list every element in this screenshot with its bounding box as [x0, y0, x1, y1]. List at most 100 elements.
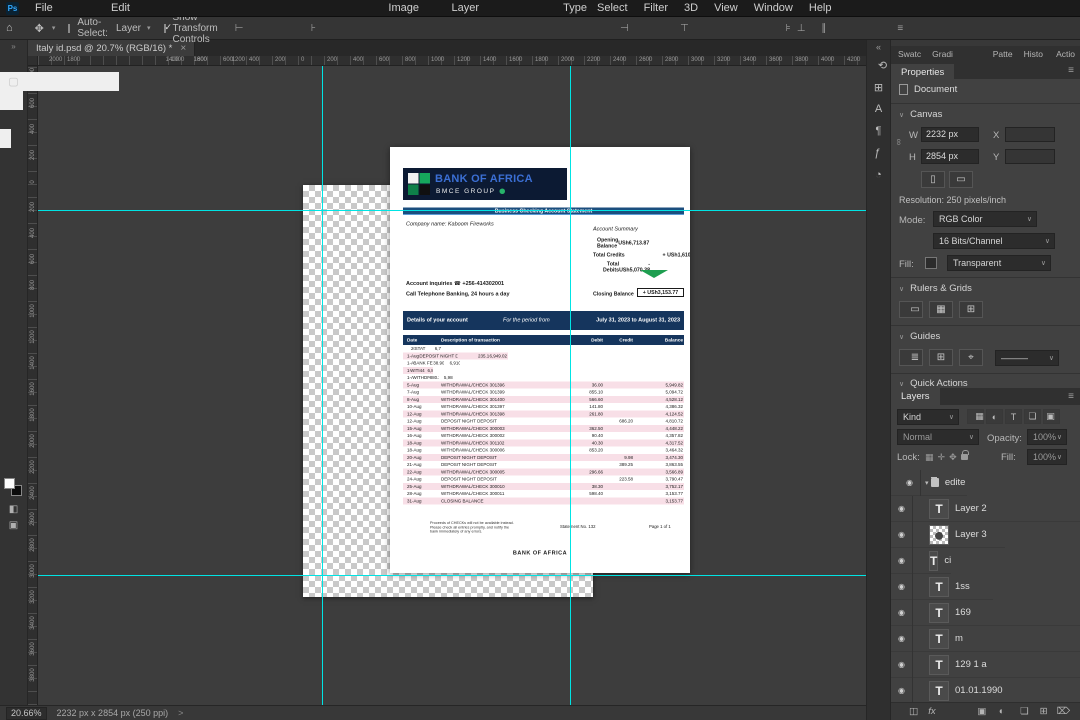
guide-style-select[interactable]: ———	[995, 350, 1059, 366]
filter-smart-objects-icon[interactable]: ▣	[1043, 409, 1060, 424]
quick-mask-icon[interactable]: ◧	[0, 501, 28, 517]
crop-tool[interactable]: ⌗	[0, 129, 11, 148]
tab-histogram[interactable]: Histo	[1019, 46, 1048, 62]
blend-mode-select[interactable]: Normal	[897, 429, 979, 445]
toggle-rulers-icon[interactable]: ▭	[899, 301, 923, 318]
layer-row[interactable]: ◉ ▾ T Layer 3	[891, 521, 1005, 548]
new-guide-icon[interactable]: ≣	[899, 349, 923, 366]
y-field[interactable]	[1005, 149, 1055, 164]
x-field[interactable]	[1005, 127, 1055, 142]
libraries-panel-icon[interactable]: ƒ	[867, 142, 891, 164]
auto-select-dropdown-icon[interactable]: ▾	[147, 24, 151, 32]
layer-row[interactable]: ◉ ▾ T 01.01.1990	[891, 677, 1080, 702]
layer-row[interactable]: ◉ ▾ T m	[891, 625, 1080, 652]
menu-edit[interactable]: Edit	[103, 0, 313, 16]
layer-visibility-eye-icon[interactable]: ◉	[891, 547, 913, 574]
fill-field[interactable]: 100%	[1027, 449, 1067, 465]
align-middle-icon[interactable]: ⊧	[692, 23, 794, 34]
timeline-panel-icon[interactable]: ◔	[867, 164, 891, 186]
orientation-portrait-button[interactable]: ▯	[921, 171, 945, 188]
canvas-area[interactable]: BANK OF AFRICA BMCE GROUP Business Check…	[38, 66, 866, 705]
history-panel-icon[interactable]: ⟲	[867, 54, 891, 76]
filter-type-layers-icon[interactable]: T	[1005, 409, 1022, 424]
layer-visibility-eye-icon[interactable]: ◉	[891, 573, 913, 600]
link-dimensions-icon[interactable]: ∞	[894, 139, 904, 145]
toolbar-expand-icon[interactable]: »	[11, 40, 15, 53]
menu-help[interactable]: Help	[801, 0, 840, 16]
new-layer-icon[interactable]: ⊞	[1040, 706, 1048, 717]
menu-filter[interactable]: Filter	[636, 0, 676, 16]
opacity-field[interactable]: 100%	[1027, 429, 1067, 445]
filter-adjustment-layers-icon[interactable]: ◐	[986, 409, 1003, 424]
expand-panels-icon[interactable]: «	[876, 40, 881, 54]
layer-row[interactable]: ◉ ▾ T edite text	[891, 470, 967, 496]
screen-mode-icon[interactable]: ▣	[0, 517, 28, 533]
app-logo-icon[interactable]: Ps	[6, 1, 19, 15]
layer-visibility-eye-icon[interactable]: ◉	[891, 651, 913, 678]
add-layer-mask-icon[interactable]: ▣	[969, 706, 986, 717]
menu-window[interactable]: Window	[746, 0, 801, 16]
layer-visibility-eye-icon[interactable]: ◉	[891, 677, 913, 702]
horizontal-ruler[interactable]: 2000 1800 1600 1400 1200 1000 800 600 400 200 0 200…	[38, 56, 866, 66]
marquee-tool[interactable]: ▢	[0, 72, 119, 91]
align-top-icon[interactable]: ⊤	[632, 23, 692, 34]
delete-layer-icon[interactable]: ⌦	[1057, 706, 1070, 717]
horizontal-guide[interactable]	[38, 575, 866, 576]
fill-select[interactable]: Transparent	[947, 255, 1051, 271]
lasso-tool[interactable]: ∿	[0, 91, 23, 110]
tab-layers[interactable]: Layers	[891, 388, 940, 405]
layer-filter-kind-select[interactable]: Kind	[897, 409, 959, 425]
distribute-horizontal-icon[interactable]: ∥	[818, 23, 894, 34]
tab-swatches[interactable]: Swatc	[893, 46, 926, 62]
height-field[interactable]: 2854 px	[921, 149, 979, 164]
vertical-guide[interactable]	[570, 66, 571, 705]
lock-image-pixels-icon[interactable]: ✛	[938, 452, 946, 462]
menu-layer[interactable]: Layer	[427, 0, 487, 16]
new-adjustment-layer-icon[interactable]: ◐	[995, 706, 1005, 717]
toggle-snap-icon[interactable]: ⊞	[959, 301, 983, 318]
status-options-icon[interactable]: >	[178, 708, 183, 718]
horizontal-guide[interactable]	[38, 210, 866, 211]
zoom-level-field[interactable]: 20.66%	[6, 706, 47, 720]
move-tool-icon[interactable]: ✥	[29, 22, 50, 35]
character-panel-icon[interactable]: A	[867, 98, 891, 120]
canvas-section-header[interactable]: Canvas	[899, 109, 942, 120]
layer-row[interactable]: ◉ ▾ T 1ss	[891, 573, 993, 600]
rulers-grids-section-header[interactable]: Rulers & Grids	[899, 283, 972, 294]
link-layers-icon[interactable]: ◫	[901, 706, 919, 717]
layers-panel-menu-icon[interactable]: ≡	[1068, 391, 1074, 402]
tab-gradients[interactable]: Gradi	[927, 46, 983, 62]
menu-3d[interactable]: 3D	[676, 0, 706, 16]
align-center-horizontal-icon[interactable]: ⊦	[308, 23, 518, 34]
color-mode-select[interactable]: RGB Color	[933, 211, 1037, 227]
tab-patterns[interactable]: Patte	[984, 46, 1018, 62]
layer-visibility-eye-icon[interactable]: ◉	[891, 495, 913, 522]
fill-swatch[interactable]	[925, 257, 937, 269]
layer-row[interactable]: ◉ ▾ T cilta0000000...c<<<<<<<<0 d	[891, 547, 951, 574]
paragraph-panel-icon[interactable]: ¶	[867, 120, 891, 142]
panel-menu-icon[interactable]: ≡	[1068, 65, 1074, 76]
bit-depth-select[interactable]: 16 Bits/Channel	[933, 233, 1055, 249]
lock-transparent-pixels-icon[interactable]: ▦	[925, 452, 934, 462]
orientation-landscape-button[interactable]: ▭	[949, 171, 973, 188]
clear-guides-icon[interactable]: ⌖	[959, 349, 983, 366]
align-bottom-icon[interactable]: ⊥	[794, 23, 809, 34]
tab-actions[interactable]: Actio	[1049, 46, 1080, 62]
menu-image[interactable]: Image	[313, 0, 427, 16]
home-icon[interactable]: ⌂	[0, 22, 19, 34]
show-transform-checkbox[interactable]	[163, 22, 172, 33]
foreground-color-swatch[interactable]	[3, 478, 15, 489]
layer-visibility-eye-icon[interactable]: ◉	[891, 625, 913, 652]
align-right-icon[interactable]: ⊣	[518, 23, 632, 34]
filter-pixel-layers-icon[interactable]: ▦	[967, 409, 984, 424]
layer-visibility-eye-icon[interactable]: ◉	[891, 521, 913, 548]
toggle-grid-icon[interactable]: ▦	[929, 301, 953, 318]
guides-section-header[interactable]: Guides	[899, 331, 940, 342]
align-left-icon[interactable]: ⊢	[232, 23, 308, 34]
tool-preset-dropdown-icon[interactable]: ▾	[52, 24, 56, 32]
new-group-icon[interactable]: ❏	[1013, 706, 1030, 717]
layer-row[interactable]: ◉ ▾ T 129 1 a	[891, 651, 1080, 678]
layer-visibility-eye-icon[interactable]: ◉	[891, 599, 913, 626]
layer-row[interactable]: ◉ ▾ T Layer 2	[891, 495, 1080, 522]
group-expand-icon[interactable]: ▾	[925, 479, 931, 487]
